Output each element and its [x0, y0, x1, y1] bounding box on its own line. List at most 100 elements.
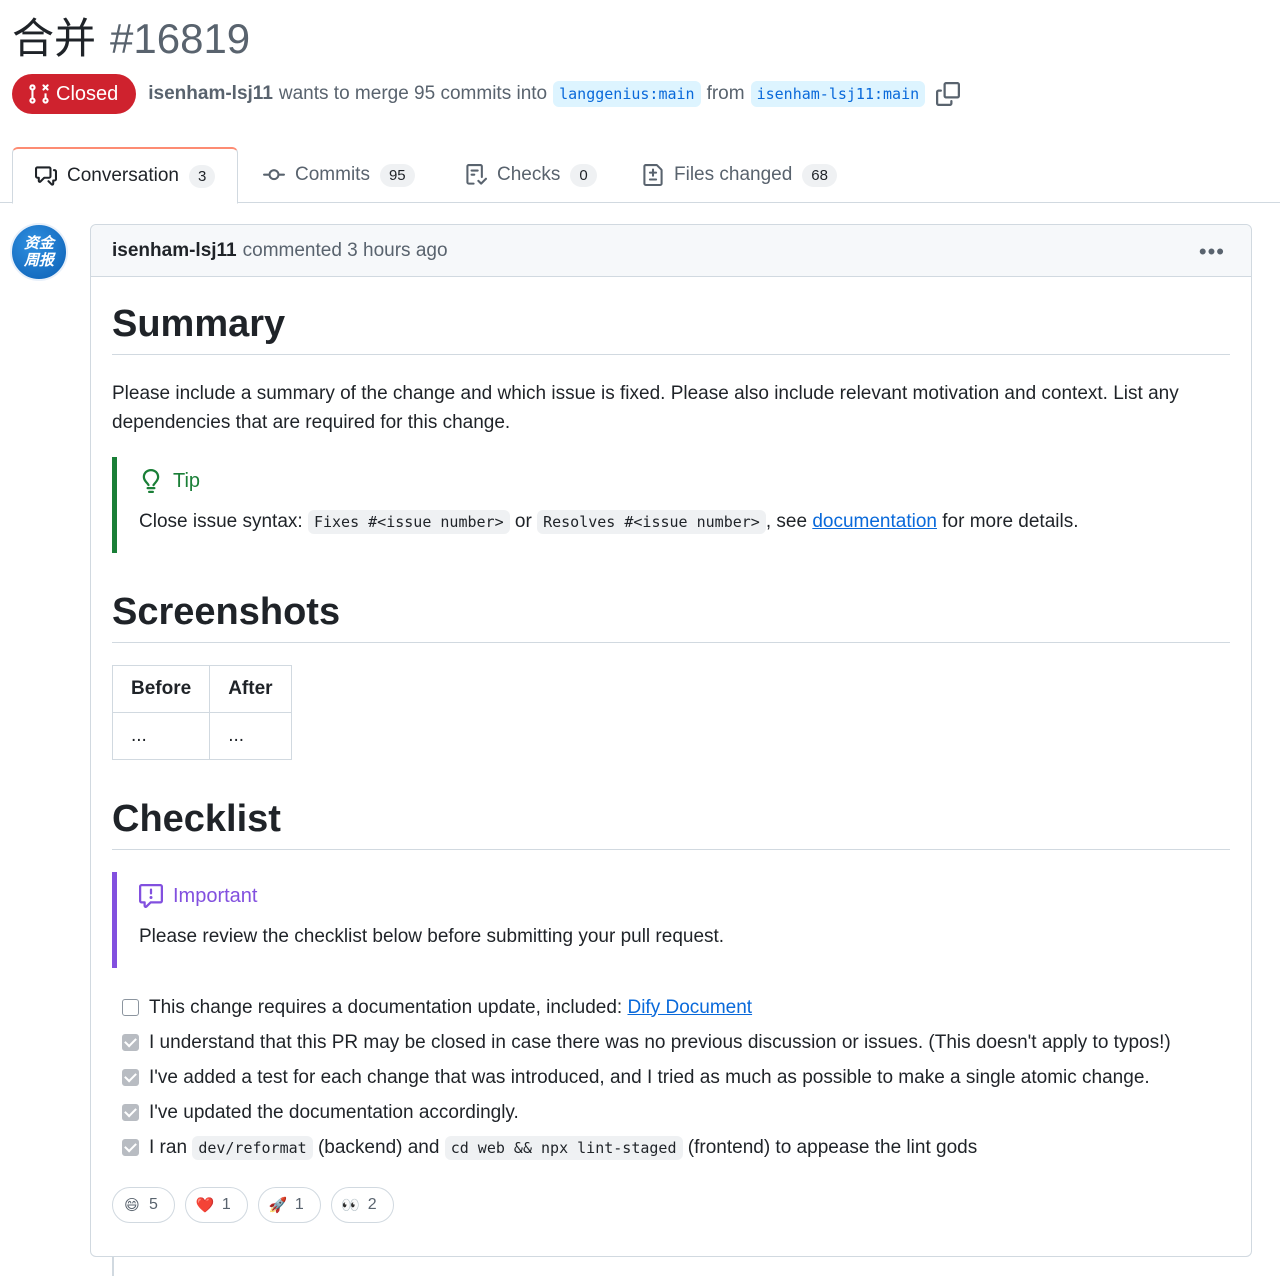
copy-branch-button[interactable]	[935, 81, 961, 107]
tab-commits-label: Commits	[295, 164, 370, 185]
smile-emoji-icon: 😄	[124, 1197, 140, 1214]
important-text: Please review the checklist below before…	[139, 926, 725, 947]
tip-alert: Tip Close issue syntax: Fixes #<issue nu…	[112, 457, 1230, 553]
task-item: I've added a test for each change that w…	[112, 1060, 1230, 1095]
tip-text: Close issue syntax: Fixes #<issue number…	[139, 507, 1230, 537]
table-cell-after: ...	[209, 712, 292, 760]
state-badge: Closed	[12, 74, 137, 114]
tip-code-fixes: Fixes #<issue number>	[307, 510, 510, 534]
reaction-heart[interactable]: ❤️ 1	[184, 1187, 248, 1223]
task-text-pre: I ran	[149, 1136, 188, 1158]
state-label: Closed	[56, 82, 119, 105]
documentation-link[interactable]: documentation	[812, 511, 937, 532]
pr-title: 合并 #16819	[12, 14, 250, 64]
git-pull-request-closed-icon	[29, 84, 49, 104]
reaction-count: 1	[221, 1196, 231, 1213]
comment-body: Summary Please include a summary of the …	[111, 277, 1230, 1223]
from-text: from	[706, 83, 745, 104]
checklist-heading: Checklist	[112, 798, 1230, 850]
pr-author-link[interactable]: isenham-lsj11	[148, 83, 273, 105]
pr-tabs: Conversation 3 Commits 95 Checks 0 Files…	[0, 147, 1280, 204]
avatar-line1: 资金	[23, 235, 54, 252]
tip-title-text: Tip	[173, 469, 201, 492]
reaction-eyes[interactable]: 👀 2	[330, 1187, 394, 1223]
pr-meta-row: Closed isenham-lsj11 wants to merge 95 c…	[12, 74, 961, 114]
comment-author-link[interactable]: isenham-lsj11	[112, 240, 237, 262]
task-item: I understand that this PR may be closed …	[112, 1025, 1230, 1060]
important-alert: Important Please review the checklist be…	[112, 872, 1230, 968]
tip-title: Tip	[139, 469, 1230, 493]
merge-text: wants to merge 95 commits into	[278, 83, 548, 104]
copy-icon	[936, 82, 961, 106]
comment-box: isenham-lsj11 commented 3 hours ago ••• …	[90, 224, 1252, 1257]
task-checkbox[interactable]	[122, 1069, 139, 1086]
reaction-count: 5	[149, 1196, 158, 1213]
tip-prefix: Close issue syntax:	[139, 511, 303, 532]
task-text: This change requires a documentation upd…	[149, 996, 623, 1018]
code-lint-staged: cd web && npx lint-staged	[444, 1135, 683, 1160]
task-checkbox[interactable]	[122, 1139, 139, 1156]
screenshots-heading: Screenshots	[112, 591, 1230, 643]
avatar-line2: 周报	[23, 252, 54, 269]
important-title: Important	[139, 884, 1230, 908]
tab-conversation[interactable]: Conversation 3	[12, 147, 239, 204]
base-branch[interactable]: langgenius:main	[553, 81, 701, 107]
pr-number: #16819	[110, 15, 251, 62]
table-header-after: After	[209, 665, 292, 713]
task-checkbox[interactable]	[122, 1104, 139, 1121]
important-title-text: Important	[173, 884, 258, 907]
summary-heading: Summary	[112, 303, 1230, 355]
checklist-icon	[466, 164, 487, 185]
light-bulb-icon	[142, 469, 160, 493]
tip-suffix: for more details.	[942, 511, 1079, 532]
reaction-count: 2	[367, 1196, 377, 1213]
task-text-mid: (backend) and	[317, 1136, 440, 1158]
git-commit-icon	[263, 169, 285, 181]
tab-files-changed[interactable]: Files changed 68	[642, 147, 837, 203]
task-item: This change requires a documentation upd…	[112, 990, 1230, 1025]
tab-checks[interactable]: Checks 0	[465, 147, 597, 203]
summary-text: Please include a summary of the change a…	[112, 383, 1179, 433]
reactions-bar: 😄 5 ❤️ 1 🚀 1 👀 2	[112, 1187, 1230, 1223]
table-cell-before: ...	[111, 712, 211, 760]
tab-commits-count: 95	[379, 163, 415, 187]
task-list: This change requires a documentation upd…	[112, 990, 1230, 1165]
comment-discussion-icon	[35, 166, 57, 186]
task-checkbox[interactable]	[122, 999, 139, 1016]
task-item: I've updated the documentation according…	[112, 1095, 1230, 1130]
tab-conversation-count: 3	[188, 164, 216, 188]
rocket-emoji-icon: 🚀	[268, 1197, 288, 1214]
head-branch[interactable]: isenham-lsj11:main	[750, 81, 926, 107]
more-options-icon[interactable]: •••	[1199, 239, 1225, 265]
dify-document-link[interactable]: Dify Document	[627, 997, 752, 1019]
pr-title-text: 合并	[12, 15, 97, 62]
tab-conversation-label: Conversation	[67, 165, 179, 186]
comment-meta: commented 3 hours ago	[242, 239, 448, 261]
tab-checks-label: Checks	[497, 164, 561, 185]
tab-files-label: Files changed	[674, 164, 793, 185]
tip-or: or	[514, 511, 532, 532]
timeline-connector	[112, 1257, 114, 1276]
comment-header: isenham-lsj11 commented 3 hours ago	[91, 225, 1251, 277]
report-icon	[139, 884, 163, 908]
reaction-count: 1	[294, 1196, 304, 1213]
task-text-post: (frontend) to appease the lint gods	[687, 1136, 978, 1158]
eyes-emoji-icon: 👀	[341, 1197, 361, 1214]
tab-commits[interactable]: Commits 95	[263, 147, 415, 203]
task-item: I ran dev/reformat (backend) and cd web …	[112, 1130, 1230, 1165]
merge-description: isenham-lsj11 wants to merge 95 commits …	[148, 81, 926, 107]
task-text: I've updated the documentation according…	[149, 1101, 519, 1123]
reaction-rocket[interactable]: 🚀 1	[257, 1187, 321, 1223]
reaction-smile[interactable]: 😄 5	[112, 1187, 175, 1223]
tip-code-resolves: Resolves #<issue number>	[537, 510, 766, 534]
code-dev-reformat: dev/reformat	[192, 1135, 313, 1160]
task-text: I've added a test for each change that w…	[149, 1066, 1150, 1088]
task-text: I understand that this PR may be closed …	[149, 1031, 1171, 1053]
table-header-before: Before	[111, 665, 211, 713]
task-checkbox[interactable]	[122, 1034, 139, 1051]
heart-emoji-icon: ❤️	[195, 1197, 215, 1214]
tab-checks-count: 0	[570, 163, 597, 187]
avatar[interactable]: 资金 周报	[10, 223, 68, 281]
screenshots-table: Before After ... ...	[111, 665, 292, 760]
file-diff-icon	[643, 164, 663, 186]
